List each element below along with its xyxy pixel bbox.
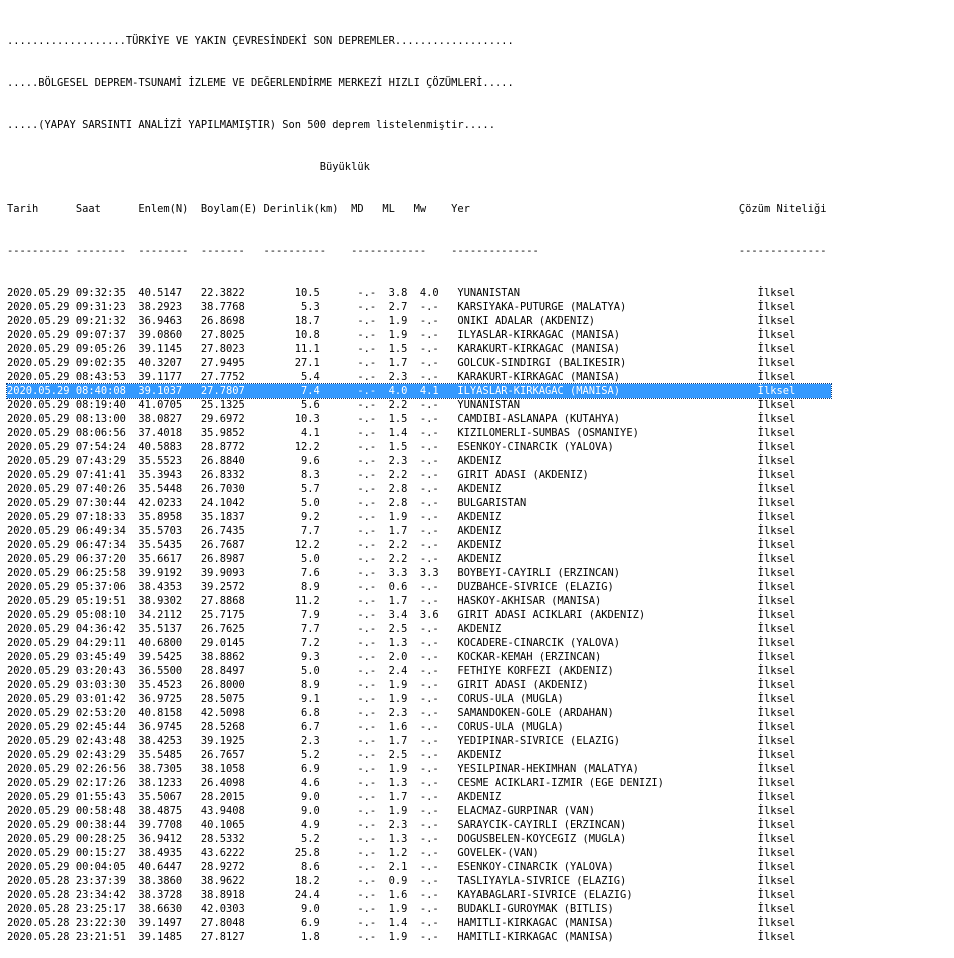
table-row-selected[interactable]: 2020.05.29 08:40:08 39.1037 27.7807 7.4 … <box>6 383 832 399</box>
table-row[interactable]: 2020.05.29 05:08:10 34.2112 25.7175 7.9 … <box>7 608 831 622</box>
table-row[interactable]: 2020.05.29 00:04:05 40.6447 28.9272 8.6 … <box>7 860 831 874</box>
table-row[interactable]: 2020.05.29 07:41:41 35.3943 26.8332 8.3 … <box>7 468 831 482</box>
table-row[interactable]: 2020.05.29 07:54:24 40.5883 28.8772 12.2… <box>7 440 831 454</box>
table-row[interactable]: 2020.05.29 09:32:35 40.5147 22.3822 10.5… <box>7 286 831 300</box>
table-row[interactable]: 2020.05.29 09:31:23 38.2923 38.7768 5.3 … <box>7 300 831 314</box>
table-row[interactable]: 2020.05.29 02:43:48 38.4253 39.1925 2.3 … <box>7 734 831 748</box>
table-row[interactable]: 2020.05.29 08:43:53 39.1177 27.7752 5.4 … <box>7 370 831 384</box>
table-row[interactable]: 2020.05.29 09:02:35 40.3207 27.9495 27.1… <box>7 356 831 370</box>
table-row[interactable]: 2020.05.29 07:40:26 35.5448 26.7030 5.7 … <box>7 482 831 496</box>
table-row[interactable]: 2020.05.29 07:30:44 42.0233 24.1042 5.0 … <box>7 496 831 510</box>
table-row[interactable]: 2020.05.29 08:19:40 41.0705 25.1325 5.6 … <box>7 398 831 412</box>
table-row[interactable]: 2020.05.29 06:25:58 39.9192 39.9093 7.6 … <box>7 566 831 580</box>
table-row[interactable]: 2020.05.29 06:49:34 35.5703 26.7435 7.7 … <box>7 524 831 538</box>
table-row[interactable]: 2020.05.29 03:45:49 39.5425 38.8862 9.3 … <box>7 650 831 664</box>
table-row[interactable]: 2020.05.28 23:34:42 38.3728 38.8918 24.4… <box>7 888 831 902</box>
table-row[interactable]: 2020.05.29 03:03:30 35.4523 26.8000 8.9 … <box>7 678 831 692</box>
table-row[interactable]: 2020.05.29 08:13:00 38.0827 29.6972 10.3… <box>7 412 831 426</box>
table-row[interactable]: 2020.05.29 04:29:11 40.6800 29.0145 7.2 … <box>7 636 831 650</box>
table-row[interactable]: 2020.05.29 00:28:25 36.9412 28.5332 5.2 … <box>7 832 831 846</box>
earthquake-rows: 2020.05.29 09:32:35 40.5147 22.3822 10.5… <box>6 286 832 944</box>
earthquake-list-text-view[interactable]: ...................TÜRKİYE VE YAKIN ÇEVR… <box>6 6 832 958</box>
table-row[interactable]: 2020.05.29 02:26:56 38.7305 38.1058 6.9 … <box>7 762 831 776</box>
table-row[interactable]: 2020.05.28 23:25:17 38.6630 42.0303 9.0 … <box>7 902 831 916</box>
table-row[interactable]: 2020.05.29 09:21:32 36.9463 26.8698 18.7… <box>7 314 831 328</box>
table-row[interactable]: 2020.05.29 00:58:48 38.4875 43.9408 9.0 … <box>7 804 831 818</box>
table-row[interactable]: 2020.05.29 02:17:26 38.1233 26.4098 4.6 … <box>7 776 831 790</box>
report-title: ...................TÜRKİYE VE YAKIN ÇEVR… <box>7 35 514 47</box>
header-separator: ---------- -------- -------- ------- ---… <box>7 245 827 257</box>
table-row[interactable]: 2020.05.29 02:53:20 40.8158 42.5098 6.8 … <box>7 706 831 720</box>
table-row[interactable]: 2020.05.29 09:07:37 39.0860 27.8025 10.8… <box>7 328 831 342</box>
table-row[interactable]: 2020.05.29 03:20:43 36.5500 28.8497 5.0 … <box>7 664 831 678</box>
table-row[interactable]: 2020.05.28 23:22:30 39.1497 27.8048 6.9 … <box>7 916 831 930</box>
table-row[interactable]: 2020.05.28 23:37:39 38.3860 38.9622 18.2… <box>7 874 831 888</box>
table-row[interactable]: 2020.05.29 00:15:27 38.4935 43.6222 25.8… <box>7 846 831 860</box>
table-row[interactable]: 2020.05.28 23:21:51 39.1485 27.8127 1.8 … <box>7 930 831 944</box>
table-row[interactable]: 2020.05.29 02:45:44 36.9745 28.5268 6.7 … <box>7 720 831 734</box>
table-row[interactable]: 2020.05.29 04:36:42 35.5137 26.7625 7.7 … <box>7 622 831 636</box>
table-row[interactable]: 2020.05.29 05:19:51 38.9302 27.8868 11.2… <box>7 594 831 608</box>
column-headers: Tarih Saat Enlem(N) Boylam(E) Derinlik(k… <box>7 203 827 215</box>
table-row[interactable]: 2020.05.29 07:18:33 35.8958 35.1837 9.2 … <box>7 510 831 524</box>
table-row[interactable]: 2020.05.29 06:47:34 35.5435 26.7687 12.2… <box>7 538 831 552</box>
table-row[interactable]: 2020.05.29 09:05:26 39.1145 27.8023 11.1… <box>7 342 831 356</box>
table-row[interactable]: 2020.05.29 03:01:42 36.9725 28.5075 9.1 … <box>7 692 831 706</box>
table-row[interactable]: 2020.05.29 05:37:06 38.4353 39.2572 8.9 … <box>7 580 831 594</box>
table-row[interactable]: 2020.05.29 00:38:44 39.7708 40.1065 4.9 … <box>7 818 831 832</box>
report-note: .....(YAPAY SARSINTI ANALİZİ YAPILMAMIŞT… <box>7 119 495 131</box>
table-row[interactable]: 2020.05.29 08:06:56 37.4018 35.9852 4.1 … <box>7 426 831 440</box>
table-row[interactable]: 2020.05.29 01:55:43 35.5067 28.2015 9.0 … <box>7 790 831 804</box>
table-row[interactable]: 2020.05.29 02:43:29 35.5485 26.7657 5.2 … <box>7 748 831 762</box>
table-row[interactable]: 2020.05.29 07:43:29 35.5523 26.8840 9.6 … <box>7 454 831 468</box>
magnitude-group-label: Büyüklük <box>7 161 370 173</box>
report-subtitle: .....BÖLGESEL DEPREM-TSUNAMİ İZLEME VE D… <box>7 77 514 89</box>
table-row[interactable]: 2020.05.29 06:37:20 35.6617 26.8987 5.0 … <box>7 552 831 566</box>
